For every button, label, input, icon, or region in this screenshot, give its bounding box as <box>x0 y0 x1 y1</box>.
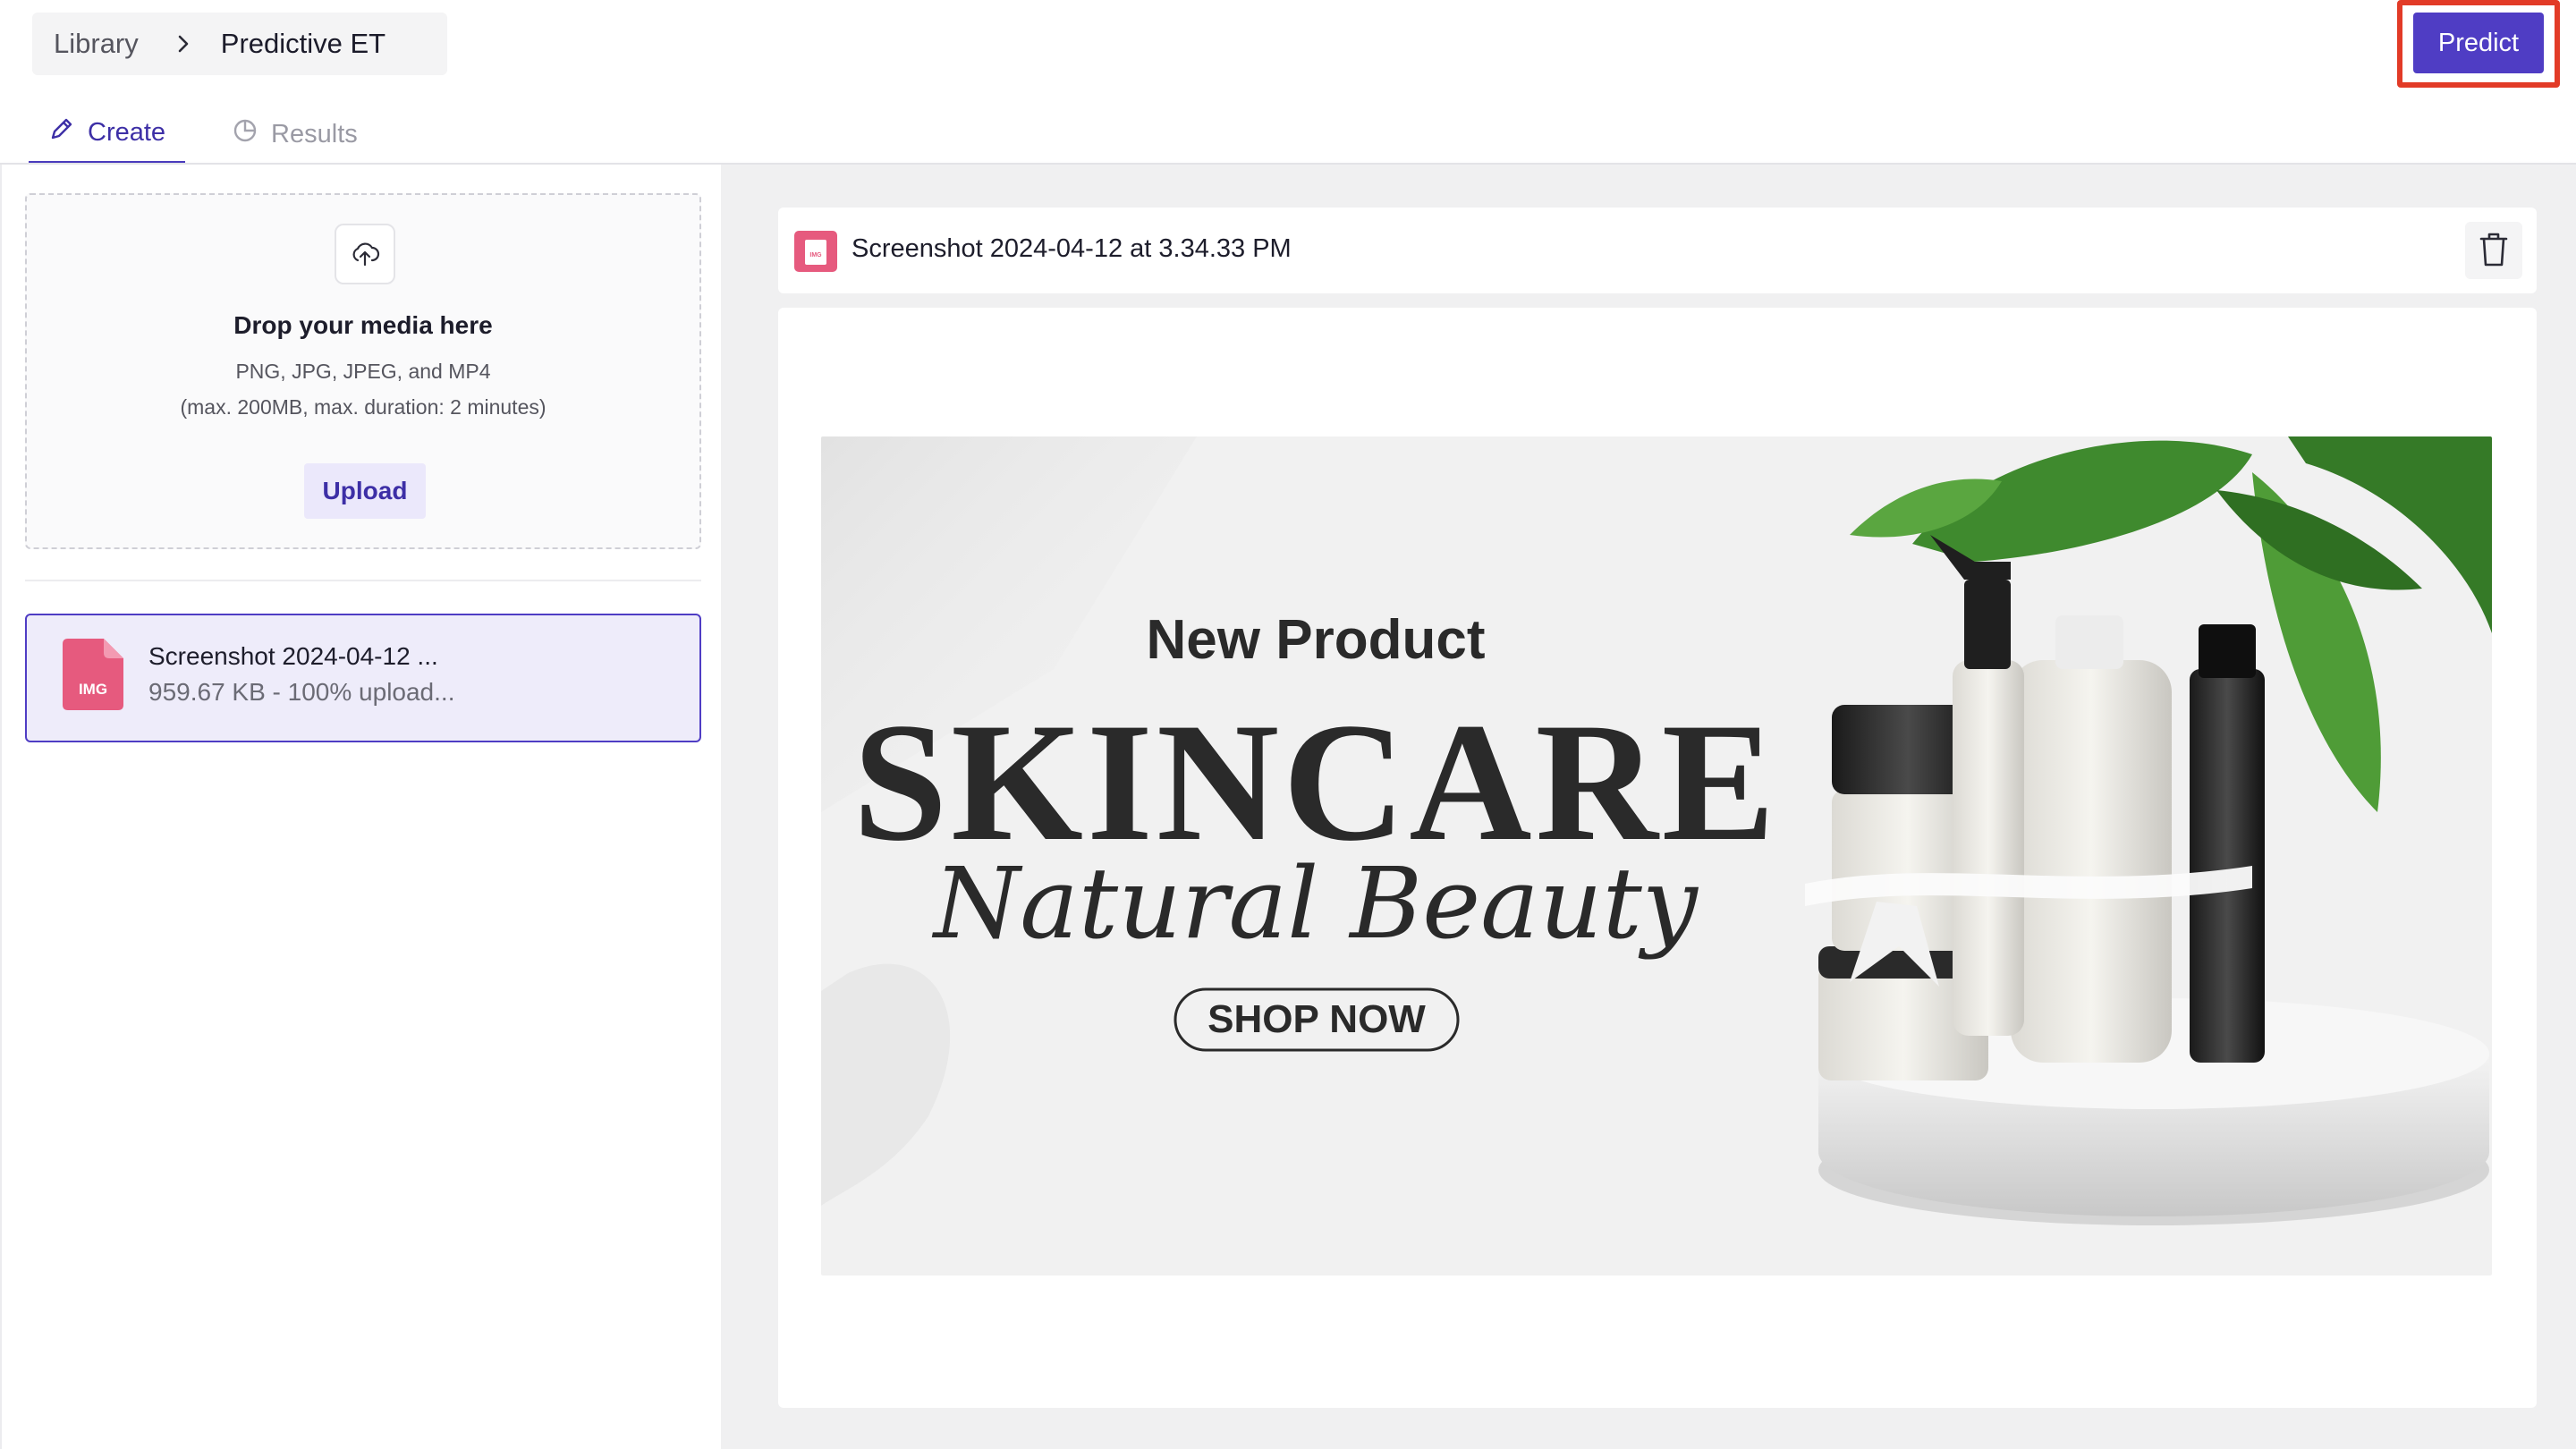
preview-area: IMG Screenshot 2024-04-12 at 3.34.33 PM <box>721 165 2576 1449</box>
file-type-label: IMG <box>79 681 107 698</box>
image-file-icon: IMG <box>794 231 837 276</box>
tab-create[interactable]: Create <box>29 104 186 165</box>
file-name: Screenshot 2024-04-12 ... <box>148 642 438 670</box>
header-file-type-label: IMG <box>809 252 822 258</box>
banner-script: Natural Beauty <box>931 846 1699 961</box>
dropzone-formats: PNG, JPG, JPEG, and MP4 <box>235 360 491 383</box>
media-dropzone[interactable]: Drop your media here PNG, JPG, JPEG, and… <box>25 193 701 549</box>
delete-file-button[interactable] <box>2465 222 2522 279</box>
trash-icon <box>2479 232 2509 270</box>
tab-bar: Create Results <box>29 104 377 165</box>
preview-file-name: Screenshot 2024-04-12 at 3.34.33 PM <box>852 234 1292 263</box>
upload-button[interactable]: Upload <box>304 463 426 519</box>
predict-button[interactable]: Predict <box>2413 13 2544 73</box>
uploaded-file-item[interactable]: IMG Screenshot 2024-04-12 ... 959.67 KB … <box>25 614 701 742</box>
breadcrumb-library-link[interactable]: Library <box>54 28 139 60</box>
chevron-right-icon <box>165 26 201 62</box>
file-upload-status: 959.67 KB - 100% upload... <box>148 678 455 706</box>
tab-create-label: Create <box>88 117 166 147</box>
dropzone-limits: (max. 200MB, max. duration: 2 minutes) <box>180 395 547 419</box>
image-preview-card: New Product SKINCARE Natural Beauty SHOP… <box>778 308 2537 1408</box>
tab-results-label: Results <box>271 119 358 148</box>
pencil-icon <box>48 115 88 149</box>
tab-results[interactable]: Results <box>212 104 377 165</box>
pie-chart-icon <box>232 117 271 151</box>
banner-kicker: New Product <box>1147 609 1486 671</box>
media-sidebar: Drop your media here PNG, JPG, JPEG, and… <box>0 165 721 1449</box>
breadcrumb-current: Predictive ET <box>220 28 386 59</box>
dropzone-title: Drop your media here <box>233 311 493 339</box>
skincare-banner-image: New Product SKINCARE Natural Beauty SHOP… <box>821 436 2492 1275</box>
upload-cloud-icon <box>335 224 395 284</box>
breadcrumb: Library Predictive ET <box>32 13 447 75</box>
image-file-icon: IMG <box>63 639 123 715</box>
banner-cta: SHOP NOW <box>1208 997 1426 1041</box>
sidebar-divider <box>25 580 701 581</box>
preview-file-header: IMG Screenshot 2024-04-12 at 3.34.33 PM <box>778 208 2537 293</box>
